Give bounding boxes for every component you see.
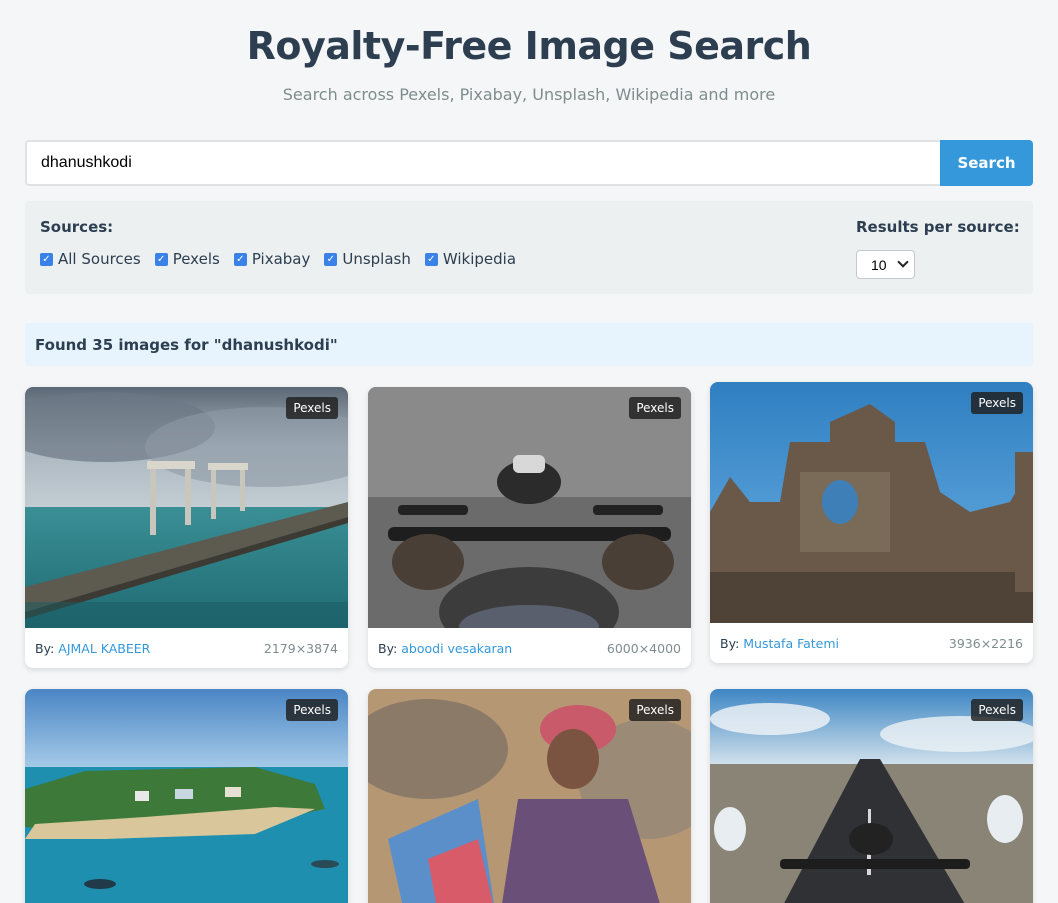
image-card[interactable]: Pexels By: aboodi vesakaran 6000×4000 xyxy=(368,387,691,668)
author-link[interactable]: aboodi vesakaran xyxy=(401,641,512,656)
image-card[interactable]: Pexels By: AJMAL KABEER 2179×3874 xyxy=(25,387,348,668)
card-footer: By: Mustafa Fatemi 3936×2216 xyxy=(710,623,1033,663)
check-icon[interactable]: ✓ xyxy=(424,252,438,266)
image-thumbnail[interactable]: Pexels xyxy=(25,689,348,903)
author-credit: By: aboodi vesakaran xyxy=(378,640,513,656)
image-thumbnail[interactable]: Pexels xyxy=(710,689,1033,903)
card-footer: By: AJMAL KABEER 2179×3874 xyxy=(25,628,348,668)
page-subtitle: Search across Pexels, Pixabay, Unsplash,… xyxy=(282,85,776,104)
source-label: Unsplash xyxy=(342,250,411,268)
author-credit: By: AJMAL KABEER xyxy=(35,640,151,656)
image-card[interactable]: Pexels By: Mustafa Fatemi 3936×2216 xyxy=(710,382,1033,663)
portrait-photo xyxy=(368,689,691,903)
bridge-photo xyxy=(25,387,348,628)
source-badge: Pexels xyxy=(629,699,681,721)
source-badge: Pexels xyxy=(286,699,338,721)
results-per-source-heading: Results per source: xyxy=(856,218,1020,236)
author-link[interactable]: AJMAL KABEER xyxy=(58,641,150,656)
results-per-source-select[interactable]: 10 xyxy=(856,250,915,279)
image-thumbnail[interactable]: Pexels xyxy=(368,689,691,903)
author-credit: By: Mustafa Fatemi xyxy=(720,635,840,651)
check-icon[interactable]: ✓ xyxy=(40,252,53,266)
source-option-wikipedia[interactable]: ✓ Wikipedia xyxy=(424,250,517,268)
image-card[interactable]: Pexels xyxy=(368,689,691,903)
card-footer: By: aboodi vesakaran 6000×4000 xyxy=(368,628,691,668)
image-dimensions: 2179×3874 xyxy=(263,640,338,656)
source-label: Pexels xyxy=(172,250,220,268)
source-option-unsplash[interactable]: ✓ Unsplash xyxy=(324,250,411,268)
select-value: 10 xyxy=(871,256,887,273)
coast-photo xyxy=(25,689,348,903)
check-icon[interactable]: ✓ xyxy=(324,252,338,266)
image-thumbnail[interactable]: Pexels xyxy=(25,387,348,628)
image-thumbnail[interactable]: Pexels xyxy=(368,387,691,628)
image-thumbnail[interactable]: Pexels xyxy=(710,382,1033,623)
image-card[interactable]: Pexels xyxy=(710,689,1033,903)
source-option-all[interactable]: ✓ All Sources xyxy=(40,250,141,268)
filter-panel: Sources: ✓ All Sources ✓ Pexels ✓ Pixaba… xyxy=(25,201,1033,294)
road-photo xyxy=(710,689,1033,903)
source-option-pexels[interactable]: ✓ Pexels xyxy=(154,250,220,268)
search-input[interactable] xyxy=(25,140,940,186)
search-bar: Search xyxy=(25,140,1033,186)
sources-list: ✓ All Sources ✓ Pexels ✓ Pixabay ✓ Unspl… xyxy=(40,250,530,268)
check-icon[interactable]: ✓ xyxy=(233,252,247,266)
source-badge: Pexels xyxy=(971,392,1023,414)
search-button[interactable]: Search xyxy=(940,140,1033,186)
source-label: Pixabay xyxy=(251,250,311,268)
motorcycle-photo xyxy=(368,387,691,628)
source-badge: Pexels xyxy=(629,397,681,419)
source-option-pixabay[interactable]: ✓ Pixabay xyxy=(233,250,311,268)
source-badge: Pexels xyxy=(971,699,1023,721)
page-title: Royalty-Free Image Search xyxy=(246,24,812,68)
author-link[interactable]: Mustafa Fatemi xyxy=(743,636,839,651)
ruins-photo xyxy=(710,382,1033,623)
source-badge: Pexels xyxy=(286,397,338,419)
page-header: Royalty-Free Image Search Search across … xyxy=(0,0,1058,106)
results-summary: Found 35 images for "dhanushkodi" xyxy=(25,323,1033,366)
chevron-down-icon xyxy=(897,256,909,268)
source-label: Wikipedia xyxy=(442,250,517,268)
check-icon[interactable]: ✓ xyxy=(154,252,168,266)
source-label: All Sources xyxy=(58,250,141,268)
image-dimensions: 3936×2216 xyxy=(948,635,1023,651)
image-dimensions: 6000×4000 xyxy=(606,640,681,656)
image-card[interactable]: Pexels xyxy=(25,689,348,903)
sources-heading: Sources: xyxy=(40,218,114,236)
